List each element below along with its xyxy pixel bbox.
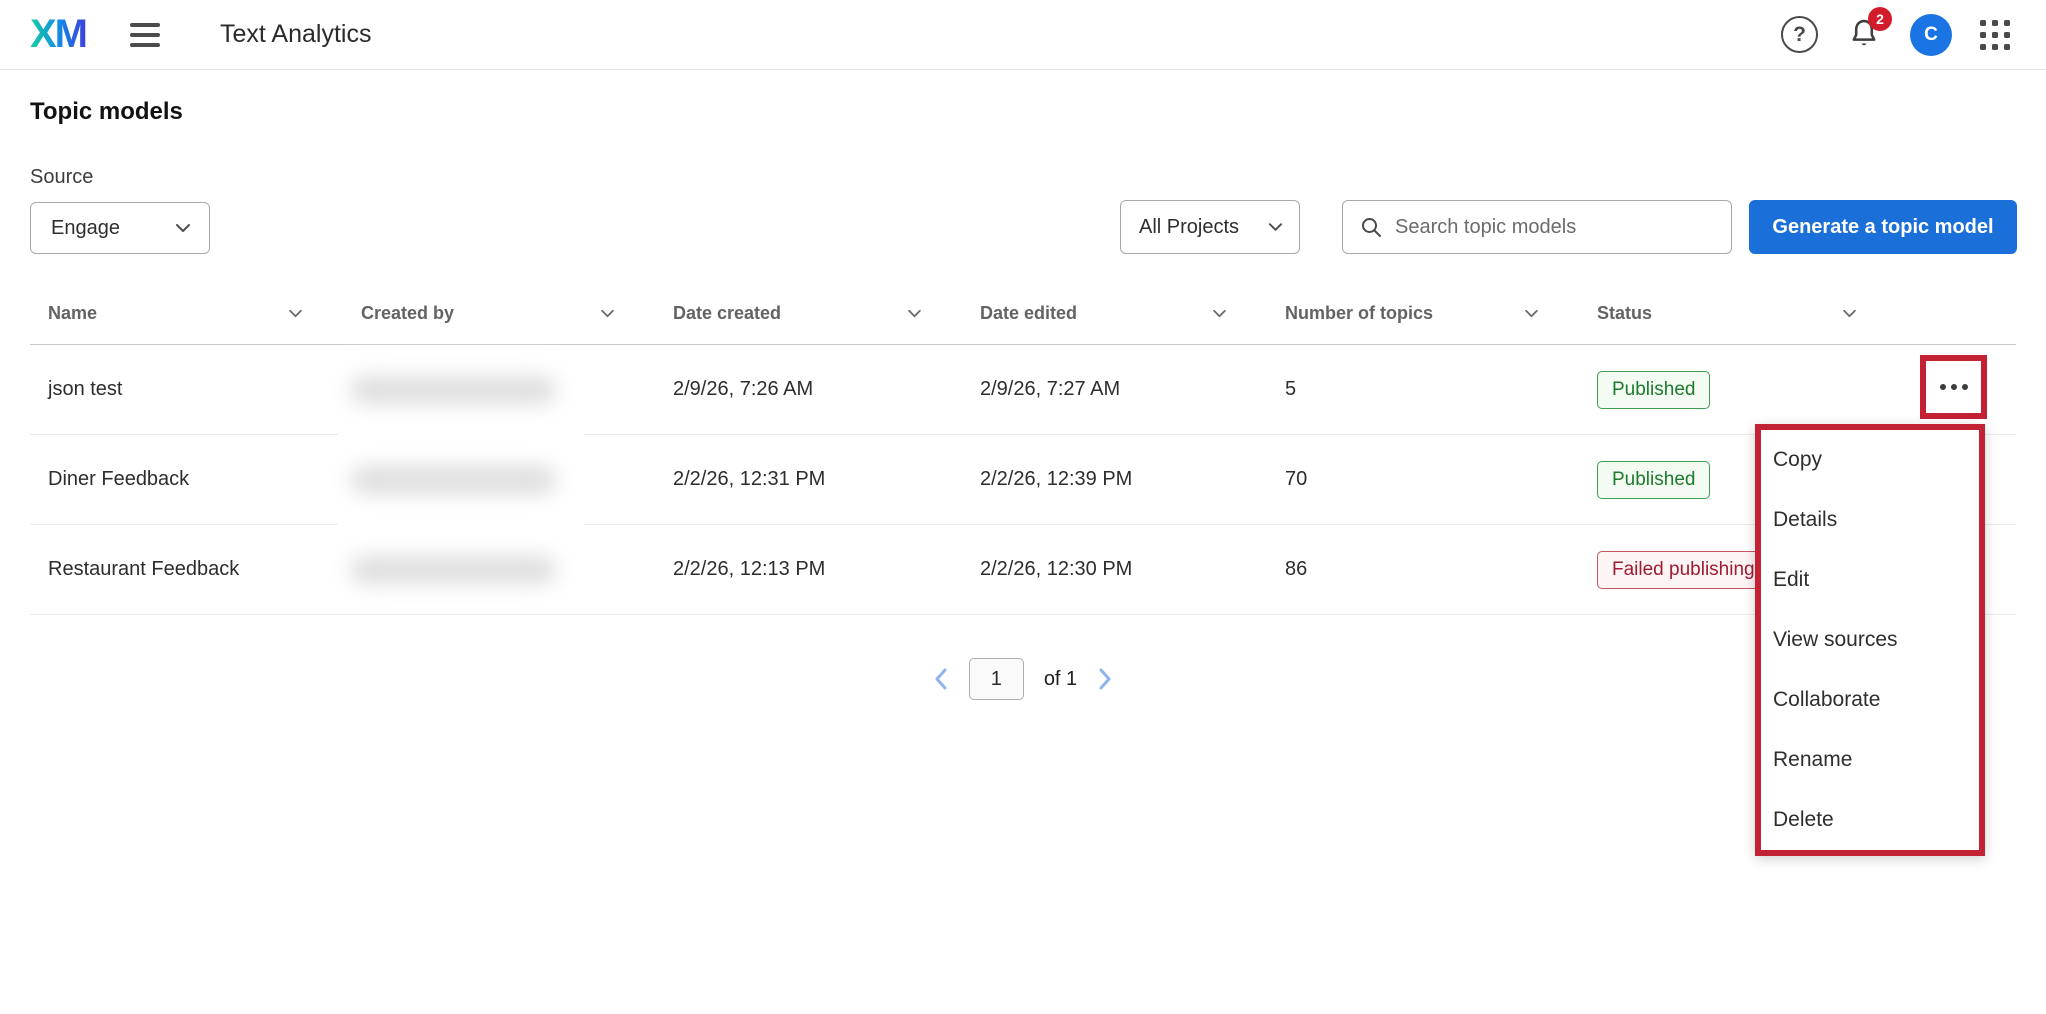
hamburger-menu-icon[interactable] [130, 14, 172, 56]
source-label: Source [30, 166, 93, 189]
chevron-down-icon [1524, 309, 1539, 318]
previous-page-button[interactable] [933, 667, 949, 691]
cell-name: Restaurant Feedback [30, 558, 361, 581]
pagination: of 1 [0, 658, 2046, 700]
chevron-down-icon [1268, 222, 1283, 232]
created-by-blurred-value [350, 466, 556, 494]
cell-number-of-topics: 86 [1285, 558, 1597, 581]
menu-item-rename[interactable]: Rename [1761, 730, 1979, 790]
search-box [1342, 200, 1732, 254]
table-header-row: Name Created by Date created Date edited… [30, 282, 2016, 345]
created-by-blurred-value [350, 556, 556, 584]
page-count-label: of 1 [1044, 668, 1077, 691]
xm-logo: XM [30, 12, 86, 57]
menu-item-edit[interactable]: Edit [1761, 550, 1979, 610]
menu-item-details[interactable]: Details [1761, 490, 1979, 550]
menu-item-view-sources[interactable]: View sources [1761, 610, 1979, 670]
table-row[interactable]: json test 2/9/26, 7:26 AM 2/9/26, 7:27 A… [30, 345, 2016, 435]
chevron-right-icon [1097, 667, 1113, 691]
waffle-grid-icon [1980, 20, 2010, 50]
page-title: Text Analytics [220, 20, 371, 49]
table-row[interactable]: Restaurant Feedback 2/2/26, 12:13 PM 2/2… [30, 525, 2016, 615]
cell-number-of-topics: 5 [1285, 378, 1597, 401]
cell-date-edited: 2/2/26, 12:39 PM [980, 468, 1285, 491]
cell-date-edited: 2/9/26, 7:27 AM [980, 378, 1285, 401]
page-number-input[interactable] [969, 658, 1024, 700]
topic-models-table: Name Created by Date created Date edited… [30, 282, 2016, 615]
chevron-down-icon [907, 309, 922, 318]
row-actions-context-menu: Copy Details Edit View sources Collabora… [1755, 424, 1985, 856]
status-badge: Published [1597, 461, 1710, 499]
notifications-button[interactable]: 2 [1846, 16, 1882, 54]
column-header-status[interactable]: Status [1597, 303, 1915, 324]
column-header-created-by[interactable]: Created by [361, 303, 673, 324]
notification-count-badge: 2 [1868, 7, 1892, 31]
menu-item-collaborate[interactable]: Collaborate [1761, 670, 1979, 730]
cell-date-created: 2/9/26, 7:26 AM [673, 378, 980, 401]
cell-date-created: 2/2/26, 12:31 PM [673, 468, 980, 491]
cell-name: Diner Feedback [30, 468, 361, 491]
chevron-down-icon [600, 309, 615, 318]
chevron-down-icon [288, 309, 303, 318]
chevron-down-icon [1842, 309, 1857, 318]
user-avatar[interactable]: C [1910, 14, 1952, 56]
search-input[interactable] [1395, 216, 1717, 239]
chevron-down-icon [1212, 309, 1227, 318]
projects-filter-value: All Projects [1139, 216, 1239, 239]
status-badge: Failed publishing [1597, 551, 1770, 589]
column-header-number-of-topics[interactable]: Number of topics [1285, 303, 1597, 324]
source-dropdown-value: Engage [51, 217, 120, 240]
top-bar: XM Text Analytics ? 2 C [0, 0, 2046, 70]
column-header-date-created[interactable]: Date created [673, 303, 980, 324]
generate-topic-model-button[interactable]: Generate a topic model [1749, 200, 2017, 254]
status-badge: Published [1597, 371, 1710, 409]
chevron-left-icon [933, 667, 949, 691]
cell-name: json test [30, 378, 361, 401]
projects-filter-dropdown[interactable]: All Projects [1120, 200, 1300, 254]
cell-date-created: 2/2/26, 12:13 PM [673, 558, 980, 581]
created-by-blurred-value [350, 376, 556, 404]
topbar-actions: ? 2 C [1781, 14, 2046, 56]
search-icon [1359, 215, 1383, 239]
source-dropdown[interactable]: Engage [30, 202, 210, 254]
menu-item-copy[interactable]: Copy [1761, 430, 1979, 490]
cell-number-of-topics: 70 [1285, 468, 1597, 491]
row-actions-annotation-box [1920, 355, 1987, 419]
help-button[interactable]: ? [1781, 16, 1818, 53]
chevron-down-icon [175, 223, 191, 233]
column-header-date-edited[interactable]: Date edited [980, 303, 1285, 324]
app-switcher-button[interactable] [1980, 20, 2010, 50]
menu-item-delete[interactable]: Delete [1761, 790, 1979, 850]
topic-models-heading: Topic models [30, 98, 183, 126]
column-header-name[interactable]: Name [30, 303, 361, 324]
cell-date-edited: 2/2/26, 12:30 PM [980, 558, 1285, 581]
text-analytics-page: XM Text Analytics ? 2 C Topic models [0, 0, 2046, 1014]
help-icon: ? [1781, 16, 1818, 53]
next-page-button[interactable] [1097, 667, 1113, 691]
ellipsis-icon[interactable] [1940, 384, 1968, 390]
table-row[interactable]: Diner Feedback 2/2/26, 12:31 PM 2/2/26, … [30, 435, 2016, 525]
